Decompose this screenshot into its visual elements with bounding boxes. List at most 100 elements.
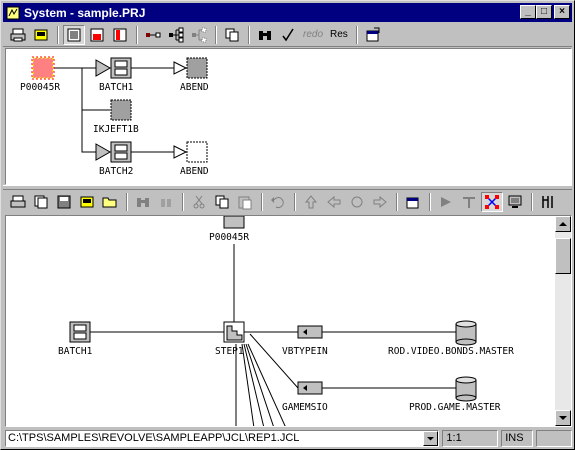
- paste-button[interactable]: [234, 192, 256, 212]
- step-diagram-pane[interactable]: P00045R BATCH1 STEP1 VBTYPEIN ROD.VIDEO.…: [5, 215, 572, 427]
- toolbar-separator: [215, 25, 217, 44]
- file-path-combo[interactable]: C:\TPS\SAMPLES\REVOLVE\SAMPLEAPP\JCL\REP…: [5, 430, 440, 447]
- hierarchy-button[interactable]: [165, 25, 187, 45]
- find-button[interactable]: [254, 25, 276, 45]
- undo-icon: [271, 197, 284, 209]
- gamemsio-dd-node[interactable]: [297, 381, 323, 395]
- source-view-button[interactable]: [63, 24, 85, 45]
- game-dataset-icon[interactable]: [455, 376, 477, 402]
- tools-button[interactable]: [458, 192, 480, 212]
- disk-icon: [57, 195, 71, 209]
- root-step-label: P00045R: [209, 232, 250, 243]
- properties-button[interactable]: [362, 25, 384, 45]
- properties-icon: [406, 197, 419, 209]
- batch1-step-node[interactable]: [69, 321, 91, 343]
- connector-icon: [146, 32, 161, 37]
- nav-back-button[interactable]: [323, 192, 345, 212]
- toolbar-separator: [57, 25, 59, 44]
- root-step-node[interactable]: [223, 216, 245, 229]
- ikjeft-node[interactable]: [110, 99, 132, 121]
- diagram-properties-button[interactable]: [402, 192, 424, 212]
- cut-button[interactable]: [188, 192, 210, 212]
- title-bar[interactable]: System - sample.PRJ _ □ ×: [3, 3, 572, 22]
- properties-icon: [366, 27, 380, 41]
- copy-icon: [215, 195, 229, 209]
- toolbar-separator: [531, 193, 533, 211]
- copy-diagram-button[interactable]: [211, 192, 233, 212]
- diagram-toolbar: [3, 190, 572, 214]
- open-project-button[interactable]: [30, 25, 52, 45]
- close-button[interactable]: ×: [554, 5, 570, 19]
- nav-back-icon: [327, 195, 341, 209]
- job-graph-pane[interactable]: P00045R BATCH1 ABEND IKJEFT1B BATCH2 ABE…: [5, 48, 572, 185]
- find-diagram-button[interactable]: [132, 192, 154, 212]
- scroll-up-button[interactable]: [555, 216, 571, 232]
- arrow-triangle-icon: [95, 59, 112, 77]
- copy-button[interactable]: [221, 25, 243, 45]
- file-path-value: C:\TPS\SAMPLES\REVOLVE\SAMPLEAPP\JCL\REP…: [8, 432, 300, 444]
- toolbar-separator: [136, 25, 138, 44]
- toolbar-separator: [294, 193, 296, 211]
- batch1-step-label: BATCH1: [58, 346, 93, 357]
- abend1-node[interactable]: [186, 57, 208, 79]
- arrow-down-icon: [559, 416, 567, 420]
- nav-up-button[interactable]: [300, 192, 322, 212]
- binoculars-icon: [137, 198, 149, 207]
- pages-icon: [34, 195, 48, 209]
- bonds-dataset-icon[interactable]: [455, 320, 477, 346]
- open-folder-icon: [102, 197, 117, 208]
- open-folder-button[interactable]: [99, 192, 121, 212]
- redo-button[interactable]: redo: [300, 25, 326, 45]
- tree-dashed-icon: [192, 27, 207, 42]
- hierarchy-dashed-button[interactable]: [188, 25, 210, 45]
- open-file-button[interactable]: [76, 192, 98, 212]
- abend2-node-label: ABEND: [180, 166, 209, 177]
- scroll-down-button[interactable]: [555, 410, 571, 426]
- save-button[interactable]: [53, 192, 75, 212]
- step1-node[interactable]: [223, 321, 245, 343]
- settings-button[interactable]: [537, 192, 559, 212]
- cursor-position: 1:1: [442, 430, 499, 447]
- find-next-button[interactable]: [155, 192, 177, 212]
- batch2-node[interactable]: [110, 141, 132, 163]
- job-graph-canvas: [31, 56, 208, 163]
- check-pen-icon: [282, 28, 294, 41]
- connect-button[interactable]: [142, 25, 164, 45]
- root-node-box[interactable]: [32, 57, 54, 79]
- arrow-triangle-icon: [173, 61, 188, 75]
- print-button[interactable]: [7, 25, 29, 45]
- nav-forward-button[interactable]: [369, 192, 391, 212]
- game-dataset-label: PROD.GAME.MASTER: [409, 402, 501, 413]
- path-dropdown-button[interactable]: [423, 431, 439, 446]
- layout-button[interactable]: [435, 192, 457, 212]
- undo-button[interactable]: [267, 192, 289, 212]
- fit-view-button[interactable]: [481, 192, 503, 212]
- monitor-button[interactable]: [504, 192, 526, 212]
- vbtypein-label: VBTYPEIN: [282, 346, 328, 357]
- step1-label: STEP1: [215, 346, 244, 357]
- batch1-node[interactable]: [110, 57, 132, 79]
- document-list-icon: [67, 28, 81, 41]
- gamemsio-label: GAMEMSIO: [282, 402, 328, 413]
- bonds-dataset-label: ROD.VIDEO.BONDS.MASTER: [388, 346, 514, 357]
- red-document-button[interactable]: [86, 25, 108, 45]
- pages-button[interactable]: [30, 192, 52, 212]
- nav-forward-icon: [373, 195, 387, 209]
- vertical-scrollbar[interactable]: [555, 216, 571, 426]
- res-button[interactable]: Res: [327, 25, 351, 45]
- nav-up-icon: [304, 195, 318, 209]
- abend2-node[interactable]: [186, 141, 208, 163]
- vbtypein-dd-node[interactable]: [297, 325, 323, 339]
- minimize-button[interactable]: _: [520, 5, 536, 19]
- maximize-button[interactable]: □: [536, 5, 552, 19]
- copy-icon: [225, 28, 239, 41]
- print-diagram-button[interactable]: [7, 192, 29, 212]
- nav-home-button[interactable]: [346, 192, 368, 212]
- scroll-thumb[interactable]: [555, 238, 571, 274]
- split-document-button[interactable]: [109, 25, 131, 45]
- main-toolbar: redo Res: [3, 23, 572, 47]
- monitor-icon: [508, 195, 522, 208]
- expand-icon: [485, 195, 499, 209]
- check-button[interactable]: [277, 25, 299, 45]
- toolbar-separator: [126, 193, 128, 211]
